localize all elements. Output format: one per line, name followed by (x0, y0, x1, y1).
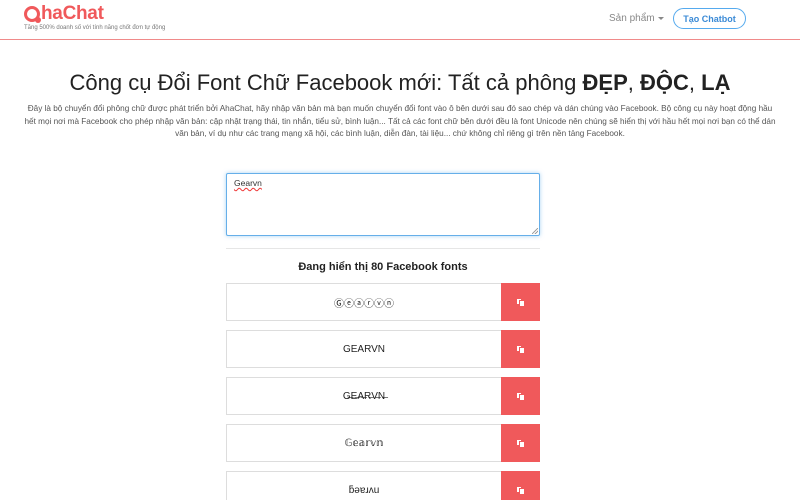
copy-icon (516, 438, 525, 448)
font-preview[interactable]: ƃǝɐɹʌu (226, 471, 501, 500)
navbar: haChat Tăng 500% doanh số với tính năng … (0, 0, 800, 40)
font-row: G̶E̶A̶R̶V̶N̶ (226, 377, 540, 415)
logo-mark-icon (24, 6, 41, 23)
page-title: Công cụ Đổi Font Chữ Facebook mới: Tất c… (69, 70, 731, 95)
font-list: Ⓖⓔⓐⓡⓥⓝ GEARVN G̶E̶A̶R̶V̶N̶ 𝔾𝕖𝕒𝕣𝕧𝕟 ƃǝɐɹʌu (226, 283, 540, 500)
font-row: Ⓖⓔⓐⓡⓥⓝ (226, 283, 540, 321)
text-input-value: Gearvn (234, 178, 262, 188)
text-input[interactable]: Gearvn (226, 173, 540, 236)
resize-handle-icon[interactable] (532, 228, 538, 234)
products-dropdown[interactable]: Sản phẩm (609, 13, 664, 24)
copy-icon (516, 485, 525, 495)
tagline: Tăng 500% doanh số với tính năng chốt đơ… (24, 25, 166, 31)
font-row: 𝔾𝕖𝕒𝕣𝕧𝕟 (226, 424, 540, 462)
copy-button[interactable] (501, 283, 540, 321)
font-row: GEARVN (226, 330, 540, 368)
copy-button[interactable] (501, 471, 540, 500)
products-label: Sản phẩm (609, 13, 655, 24)
font-count-label: Đang hiển thị 80 Facebook fonts (298, 261, 468, 273)
copy-icon (516, 344, 525, 354)
font-preview[interactable]: GEARVN (226, 330, 501, 368)
copy-button[interactable] (501, 330, 540, 368)
copy-button[interactable] (501, 377, 540, 415)
ahachat-logo[interactable]: haChat (24, 3, 104, 25)
copy-icon (516, 391, 525, 401)
copy-icon (516, 297, 525, 307)
divider (226, 248, 540, 249)
font-row: ƃǝɐɹʌu (226, 471, 540, 500)
font-preview[interactable]: 𝔾𝕖𝕒𝕣𝕧𝕟 (226, 424, 501, 462)
page-description: Đây là bộ chuyển đổi phông chữ được phát… (24, 104, 776, 138)
logo-text: haChat (41, 3, 104, 24)
copy-button[interactable] (501, 424, 540, 462)
font-preview[interactable]: G̶E̶A̶R̶V̶N̶ (226, 377, 501, 415)
font-preview[interactable]: Ⓖⓔⓐⓡⓥⓝ (226, 283, 501, 321)
create-chatbot-button[interactable]: Tạo Chatbot (673, 8, 746, 29)
caret-down-icon (657, 17, 664, 20)
